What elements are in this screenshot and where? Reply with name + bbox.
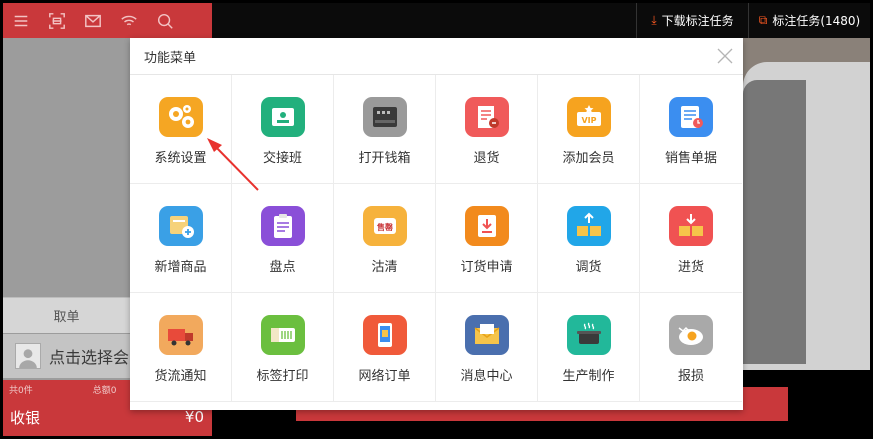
gears-icon [158,97,203,137]
menu-item-clipboard[interactable]: 盘点 [232,184,334,293]
menu-item-envelope[interactable]: 消息中心 [436,293,538,402]
svg-text:VIP: VIP [581,116,596,125]
menu-item-label: 订货申请 [460,260,513,275]
menu-item-label: 生产制作 [562,369,615,384]
menu-item-label: 货流通知 [154,369,207,384]
background-tray-inner [743,80,806,364]
cancel-order-label: 取单 [53,310,80,325]
svg-text:售罄: 售罄 [376,222,393,232]
cooking-pot-icon [566,315,611,355]
sales-document-icon [669,97,713,137]
download-task-button[interactable]: ⤓ 下载标注任务 [636,3,748,38]
label-roll-icon [260,315,305,355]
menu-item-label: 报损 [677,369,704,384]
menu-item-label: 消息中心 [460,369,513,384]
menu-item-id-card[interactable]: 交接班 [232,75,334,184]
avatar-icon [15,343,41,369]
mark-task-button[interactable]: ⧉ 标注任务(1480) [748,3,870,38]
dialog-header: 功能菜单 [130,38,743,75]
menu-item-cash-drawer[interactable]: 打开钱箱 [334,75,436,184]
select-member-label: 点击选择会 [49,348,130,367]
order-request-icon [464,206,509,246]
checkout-label: 收银 [10,408,41,427]
menu-item-cooking-pot[interactable]: 生产制作 [538,293,640,402]
menu-item-label-roll[interactable]: 标签打印 [232,293,334,402]
function-menu-dialog: 功能菜单 系统设置 交接班 打开钱箱 退货 VIP 添加会员 销售单据 新增商品 盘点 售罄 沽清订… [130,38,743,410]
menu-item-label: 销售单据 [664,151,717,166]
sold-out-icon: 售罄 [362,206,407,246]
menu-item-broken-egg[interactable]: 报损 [640,293,742,402]
receipt-return-icon [464,97,509,137]
menu-item-gears[interactable]: 系统设置 [130,75,232,184]
menu-item-label: 添加会员 [562,151,615,166]
menu-item-label: 打开钱箱 [358,151,411,166]
total-amount: 总额0 [92,385,117,396]
menu-item-label: 进货 [677,260,704,275]
menu-item-vip-card[interactable]: VIP 添加会员 [538,75,640,184]
add-product-icon [158,206,203,246]
menu-item-truck[interactable]: 货流通知 [130,293,232,402]
menu-item-label: 盘点 [269,260,296,275]
mail-icon[interactable] [75,3,111,38]
download-icon: ⤓ [651,13,657,27]
menu-item-sold-out[interactable]: 售罄 沽清 [334,184,436,293]
menu-item-label: 退货 [473,151,500,166]
stock-in-icon [669,206,713,246]
broken-egg-icon [669,315,713,355]
menu-item-order-request[interactable]: 订货申请 [436,184,538,293]
menu-item-label: 标签打印 [256,369,309,384]
menu-item-receipt-return[interactable]: 退货 [436,75,538,184]
cash-drawer-icon [362,97,407,137]
menu-grid: 系统设置 交接班 打开钱箱 退货 VIP 添加会员 销售单据 新增商品 盘点 售罄 沽清 订货申请 调货… [130,75,743,402]
envelope-icon [464,315,509,355]
wifi-icon[interactable] [111,3,147,38]
scan-icon[interactable] [39,3,75,38]
select-member-button[interactable]: 点击选择会 [3,334,130,378]
transfer-icon [566,206,611,246]
search-icon[interactable] [147,3,183,38]
menu-item-stock-in[interactable]: 进货 [640,184,742,293]
vip-card-icon: VIP [566,97,611,137]
menu-item-sales-document[interactable]: 销售单据 [640,75,742,184]
menu-item-label: 系统设置 [154,151,207,166]
clipboard-icon [260,206,305,246]
truck-icon [158,315,203,355]
cancel-order-button[interactable]: 取单 [3,297,130,333]
dialog-title: 功能菜单 [144,50,197,66]
id-card-icon [260,97,305,137]
download-task-label: 下载标注任务 [661,14,734,28]
task-copy-icon: ⧉ [758,13,768,27]
menu-item-label: 沽清 [371,260,398,275]
top-toolbar [3,3,212,38]
checkout-amount: ¥0 [184,408,204,426]
menu-item-label: 网络订单 [358,369,411,384]
close-icon[interactable] [715,46,735,66]
menu-item-add-product[interactable]: 新增商品 [130,184,232,293]
menu-item-label: 交接班 [262,151,302,166]
menu-item-transfer[interactable]: 调货 [538,184,640,293]
menu-item-label: 新增商品 [154,260,207,275]
menu-item-mobile-order[interactable]: 网络订单 [334,293,436,402]
menu-icon[interactable] [3,3,39,38]
item-count: 共0件 [9,385,33,396]
mark-task-label: 标注任务(1480) [772,14,861,28]
menu-item-label: 调货 [575,260,602,275]
mobile-order-icon [362,315,407,355]
